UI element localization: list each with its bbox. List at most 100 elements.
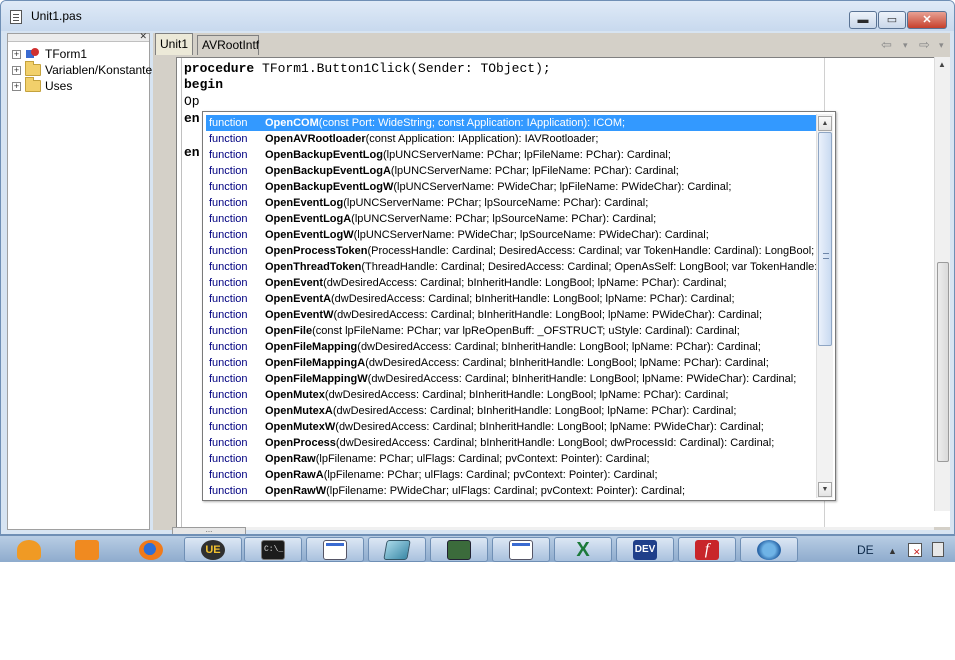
completion-item[interactable]: function OpenEventLog(lpUNCServerName: PC… bbox=[206, 195, 817, 211]
tree-item-label: Variablen/Konstante bbox=[45, 63, 153, 77]
completion-item-kind: function bbox=[209, 229, 248, 241]
completion-item[interactable]: function OpenMutexA(dwDesiredAccess: Card… bbox=[206, 403, 817, 419]
title-bar[interactable]: Unit1.pas ▬ ▭ ✕ bbox=[1, 1, 954, 31]
completion-item[interactable]: function OpenEventA(dwDesiredAccess: Card… bbox=[206, 291, 817, 307]
taskbar-window-2[interactable] bbox=[492, 537, 550, 562]
completion-item[interactable]: function OpenBackupEventLogA(lpUNCServerN… bbox=[206, 163, 817, 179]
code-line: begin bbox=[184, 77, 224, 92]
completion-item[interactable]: function OpenEventLogW(lpUNCServerName: P… bbox=[206, 227, 817, 243]
completion-item[interactable]: function OpenFileMappingW(dwDesiredAccess… bbox=[206, 371, 817, 387]
completion-item[interactable]: function OpenProcess(dwDesiredAccess: Car… bbox=[206, 435, 817, 451]
scroll-down-button[interactable]: ▼ bbox=[818, 482, 832, 497]
completion-item[interactable]: function OpenRawW(lpFilename: PWideChar; … bbox=[206, 483, 817, 499]
maximize-button[interactable]: ▭ bbox=[878, 11, 906, 29]
close-button[interactable]: ✕ bbox=[907, 11, 947, 29]
scroll-thumb[interactable] bbox=[937, 262, 949, 462]
scroll-thumb[interactable] bbox=[818, 132, 832, 346]
code-line: en bbox=[184, 111, 200, 126]
completion-item-params: (dwDesiredAccess: Cardinal; bInheritHand… bbox=[324, 389, 729, 401]
completion-item-params: (dwDesiredAccess: Cardinal; bInheritHand… bbox=[365, 357, 769, 369]
tree-item-uses[interactable]: + Uses bbox=[12, 77, 72, 94]
completion-item[interactable]: function OpenMutex(dwDesiredAccess: Cardi… bbox=[206, 387, 817, 403]
tree-close-icon[interactable]: ✕ bbox=[139, 31, 147, 42]
expand-icon[interactable]: + bbox=[12, 81, 21, 91]
network-status-icon[interactable] bbox=[908, 543, 922, 558]
completion-item[interactable]: function OpenMutexW(dwDesiredAccess: Card… bbox=[206, 419, 817, 435]
completion-item-name: OpenFileMapping(dwDesiredAccess: Cardina… bbox=[265, 341, 761, 353]
expand-icon[interactable]: + bbox=[12, 49, 21, 59]
completion-item-params: (lpUNCServerName: PWideChar; lpSourceNam… bbox=[353, 229, 709, 241]
completion-item-kind: function bbox=[209, 357, 248, 369]
completion-item-params: (lpUNCServerName: PChar; lpFileName: PCh… bbox=[382, 149, 671, 161]
forward-dropdown-icon[interactable]: ▾ bbox=[939, 40, 944, 51]
completion-item-params: (lpUNCServerName: PChar; lpFileName: PCh… bbox=[390, 165, 679, 177]
horizontal-scroll-thumb[interactable]: ... bbox=[172, 526, 246, 534]
code-line: Op bbox=[184, 94, 200, 109]
back-arrow-icon[interactable]: ⇦ bbox=[881, 37, 892, 53]
completion-item-kind: function bbox=[209, 165, 248, 177]
completion-item-name: OpenThreadToken(ThreadHandle: Cardinal; … bbox=[265, 261, 817, 273]
completion-item[interactable]: function OpenEvent(dwDesiredAccess: Cardi… bbox=[206, 275, 817, 291]
taskbar-media-app[interactable] bbox=[58, 537, 116, 562]
completion-item-params: (lpUNCServerName: PChar; lpSourceName: P… bbox=[351, 213, 657, 225]
taskbar-flash[interactable]: f bbox=[678, 537, 736, 562]
completion-item-name: OpenEventLogW(lpUNCServerName: PWideChar… bbox=[265, 229, 709, 241]
completion-item[interactable]: function OpenFileMappingA(dwDesiredAccess… bbox=[206, 355, 817, 371]
gutter-line bbox=[181, 58, 182, 528]
completion-item-kind: function bbox=[209, 405, 248, 417]
tab-unit1[interactable]: Unit1 bbox=[155, 33, 193, 55]
taskbar-circuit-app[interactable] bbox=[430, 537, 488, 562]
completion-item-params: (dwDesiredAccess: Cardinal; bInheritHand… bbox=[335, 437, 775, 449]
scroll-up-icon[interactable]: ▲ bbox=[938, 60, 946, 69]
taskbar-devcpp[interactable]: DEV bbox=[616, 537, 674, 562]
taskbar-ultraedit[interactable]: UE bbox=[184, 537, 242, 562]
tree-item-variablen[interactable]: + Variablen/Konstante bbox=[12, 61, 153, 78]
completion-item[interactable]: function OpenThreadToken(ThreadHandle: Ca… bbox=[206, 259, 817, 275]
completion-scrollbar[interactable]: ▲ ▼ bbox=[816, 114, 833, 498]
globe-icon bbox=[757, 539, 781, 560]
taskbar-command-prompt[interactable]: C:\_ bbox=[244, 537, 302, 562]
scroll-grip-icon bbox=[823, 253, 829, 259]
completion-item[interactable]: function OpenBackupEventLogW(lpUNCServerN… bbox=[206, 179, 817, 195]
completion-item[interactable]: function OpenProcessToken(ProcessHandle: … bbox=[206, 243, 817, 259]
taskbar-window-1[interactable] bbox=[306, 537, 364, 562]
tab-avrootintf[interactable]: AVRootIntf bbox=[197, 35, 259, 55]
tree-item-tform1[interactable]: + TForm1 bbox=[12, 46, 87, 62]
forward-arrow-icon[interactable]: ⇨ bbox=[919, 37, 930, 53]
editor-vertical-scrollbar[interactable]: ▲ bbox=[934, 57, 950, 511]
completion-item[interactable]: function OpenBackupEventLog(lpUNCServerNa… bbox=[206, 147, 817, 163]
ultraedit-icon: UE bbox=[201, 539, 225, 560]
completion-item-name: OpenEventLogA(lpUNCServerName: PChar; lp… bbox=[265, 213, 657, 225]
completion-item[interactable]: function OpenEventW(dwDesiredAccess: Card… bbox=[206, 307, 817, 323]
completion-item-kind: function bbox=[209, 133, 248, 145]
completion-item-kind: function bbox=[209, 197, 248, 209]
completion-item[interactable]: function OpenRaw(lpFilename: PChar; ulFla… bbox=[206, 451, 817, 467]
taskbar-panel-app[interactable] bbox=[368, 537, 426, 562]
scroll-up-button[interactable]: ▲ bbox=[818, 116, 832, 131]
completion-item[interactable]: function OpenFileMapping(dwDesiredAccess:… bbox=[206, 339, 817, 355]
completion-item[interactable]: function OpenEventLogA(lpUNCServerName: P… bbox=[206, 211, 817, 227]
editor-horizontal-scrollbar[interactable] bbox=[176, 527, 934, 530]
completion-item-params: (const lpFileName: PChar; var lpReOpenBu… bbox=[312, 325, 740, 337]
taskbar-globe-app[interactable] bbox=[740, 537, 798, 562]
safely-remove-icon[interactable] bbox=[932, 542, 944, 557]
folder-icon bbox=[25, 77, 41, 92]
taskbar-firefox[interactable] bbox=[122, 537, 180, 562]
completion-item[interactable]: function OpenRawA(lpFilename: PChar; ulFl… bbox=[206, 467, 817, 483]
completion-item[interactable]: function OpenCOM(const Port: WideString; … bbox=[206, 115, 817, 131]
completion-item-name: OpenEventA(dwDesiredAccess: Cardinal; bI… bbox=[265, 293, 735, 305]
firefox-icon bbox=[139, 539, 163, 560]
completion-item[interactable]: function OpenFile(const lpFileName: PChar… bbox=[206, 323, 817, 339]
taskbar-phone-app[interactable] bbox=[0, 537, 58, 562]
completion-item-kind: function bbox=[209, 245, 248, 257]
completion-item-name: OpenFile(const lpFileName: PChar; var lp… bbox=[265, 325, 740, 337]
code-completion-list[interactable]: function OpenCOM(const Port: WideString; … bbox=[202, 111, 836, 501]
taskbar-excel[interactable]: X bbox=[554, 537, 612, 562]
completion-item[interactable]: function OpenAVRootloader(const Applicati… bbox=[206, 131, 817, 147]
completion-item-kind: function bbox=[209, 181, 248, 193]
back-dropdown-icon[interactable]: ▾ bbox=[903, 40, 908, 51]
language-indicator[interactable]: DE bbox=[857, 543, 874, 557]
minimize-button[interactable]: ▬ bbox=[849, 11, 877, 29]
show-hidden-icons-icon[interactable]: ▲ bbox=[888, 546, 897, 556]
expand-icon[interactable]: + bbox=[12, 65, 21, 75]
